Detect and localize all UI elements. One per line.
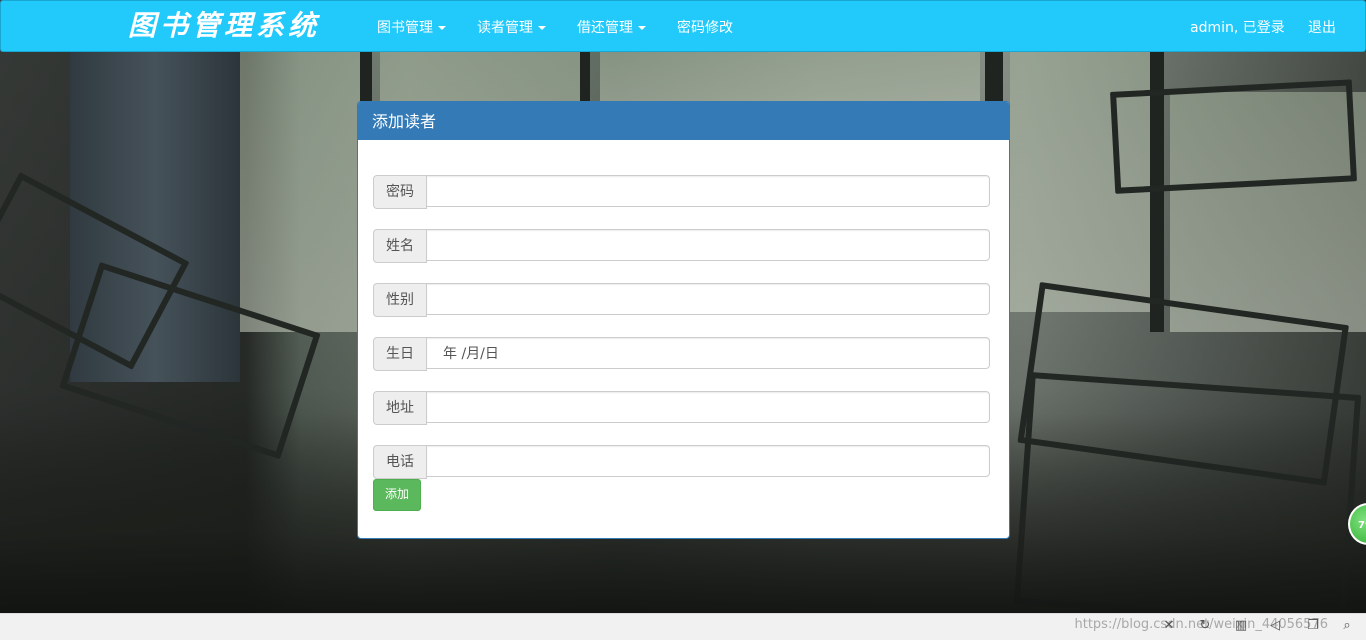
menu-reader-management[interactable]: 读者管理	[477, 1, 546, 51]
name-label: 姓名	[373, 229, 427, 263]
search-icon[interactable]: ⌕	[1340, 619, 1354, 633]
user-status[interactable]: admin, 已登录	[1190, 1, 1285, 51]
panel-title: 添加读者	[358, 102, 1009, 140]
caret-down-icon	[638, 26, 646, 30]
menu-book-management-label: 图书管理	[377, 20, 433, 36]
sound-icon[interactable]: ◁	[1268, 619, 1282, 633]
menu-reader-management-label: 读者管理	[477, 20, 533, 36]
gender-label: 性别	[373, 283, 427, 317]
gender-input[interactable]	[426, 283, 990, 315]
address-input-group: 地址	[373, 391, 993, 425]
name-input-group: 姓名	[373, 229, 993, 263]
menu-borrow-return-label: 借还管理	[577, 20, 633, 36]
add-reader-panel: 添加读者 密码 姓名 性别 生日 年 /月/日 地址 电话 添加	[357, 101, 1010, 539]
menu-borrow-return-management[interactable]: 借还管理	[577, 1, 646, 51]
gender-input-group: 性别	[373, 283, 993, 317]
address-input[interactable]	[426, 391, 990, 423]
phone-input[interactable]	[426, 445, 990, 477]
refresh-icon[interactable]: ↻	[1198, 619, 1212, 633]
phone-label: 电话	[373, 445, 427, 479]
name-input[interactable]	[426, 229, 990, 261]
birthday-date-input[interactable]: 年 /月/日	[426, 337, 990, 369]
window-icon[interactable]: ❐	[1306, 619, 1320, 633]
password-input[interactable]	[426, 175, 990, 207]
password-label: 密码	[373, 175, 427, 209]
birthday-label: 生日	[373, 337, 427, 371]
pin-icon[interactable]: ✕	[1162, 619, 1176, 633]
brand-logo[interactable]: 图书管理系统	[128, 7, 320, 45]
browser-status-bar: https://blog.csdn.net/weixin_44056576 ✕ …	[0, 613, 1366, 640]
trash-icon[interactable]: ▥	[1234, 619, 1248, 633]
caret-down-icon	[438, 26, 446, 30]
menu-change-password[interactable]: 密码修改	[677, 1, 733, 51]
address-label: 地址	[373, 391, 427, 425]
caret-down-icon	[538, 26, 546, 30]
password-input-group: 密码	[373, 175, 993, 209]
menu-book-management[interactable]: 图书管理	[377, 1, 446, 51]
top-navbar: 图书管理系统 图书管理 读者管理 借还管理 密码修改 admin, 已登录 退出	[0, 0, 1366, 52]
birthday-input-group: 生日 年 /月/日	[373, 337, 993, 371]
logout-link[interactable]: 退出	[1308, 1, 1336, 51]
menu-change-password-label: 密码修改	[677, 20, 733, 36]
phone-input-group: 电话	[373, 445, 993, 479]
add-button[interactable]: 添加	[373, 479, 421, 511]
